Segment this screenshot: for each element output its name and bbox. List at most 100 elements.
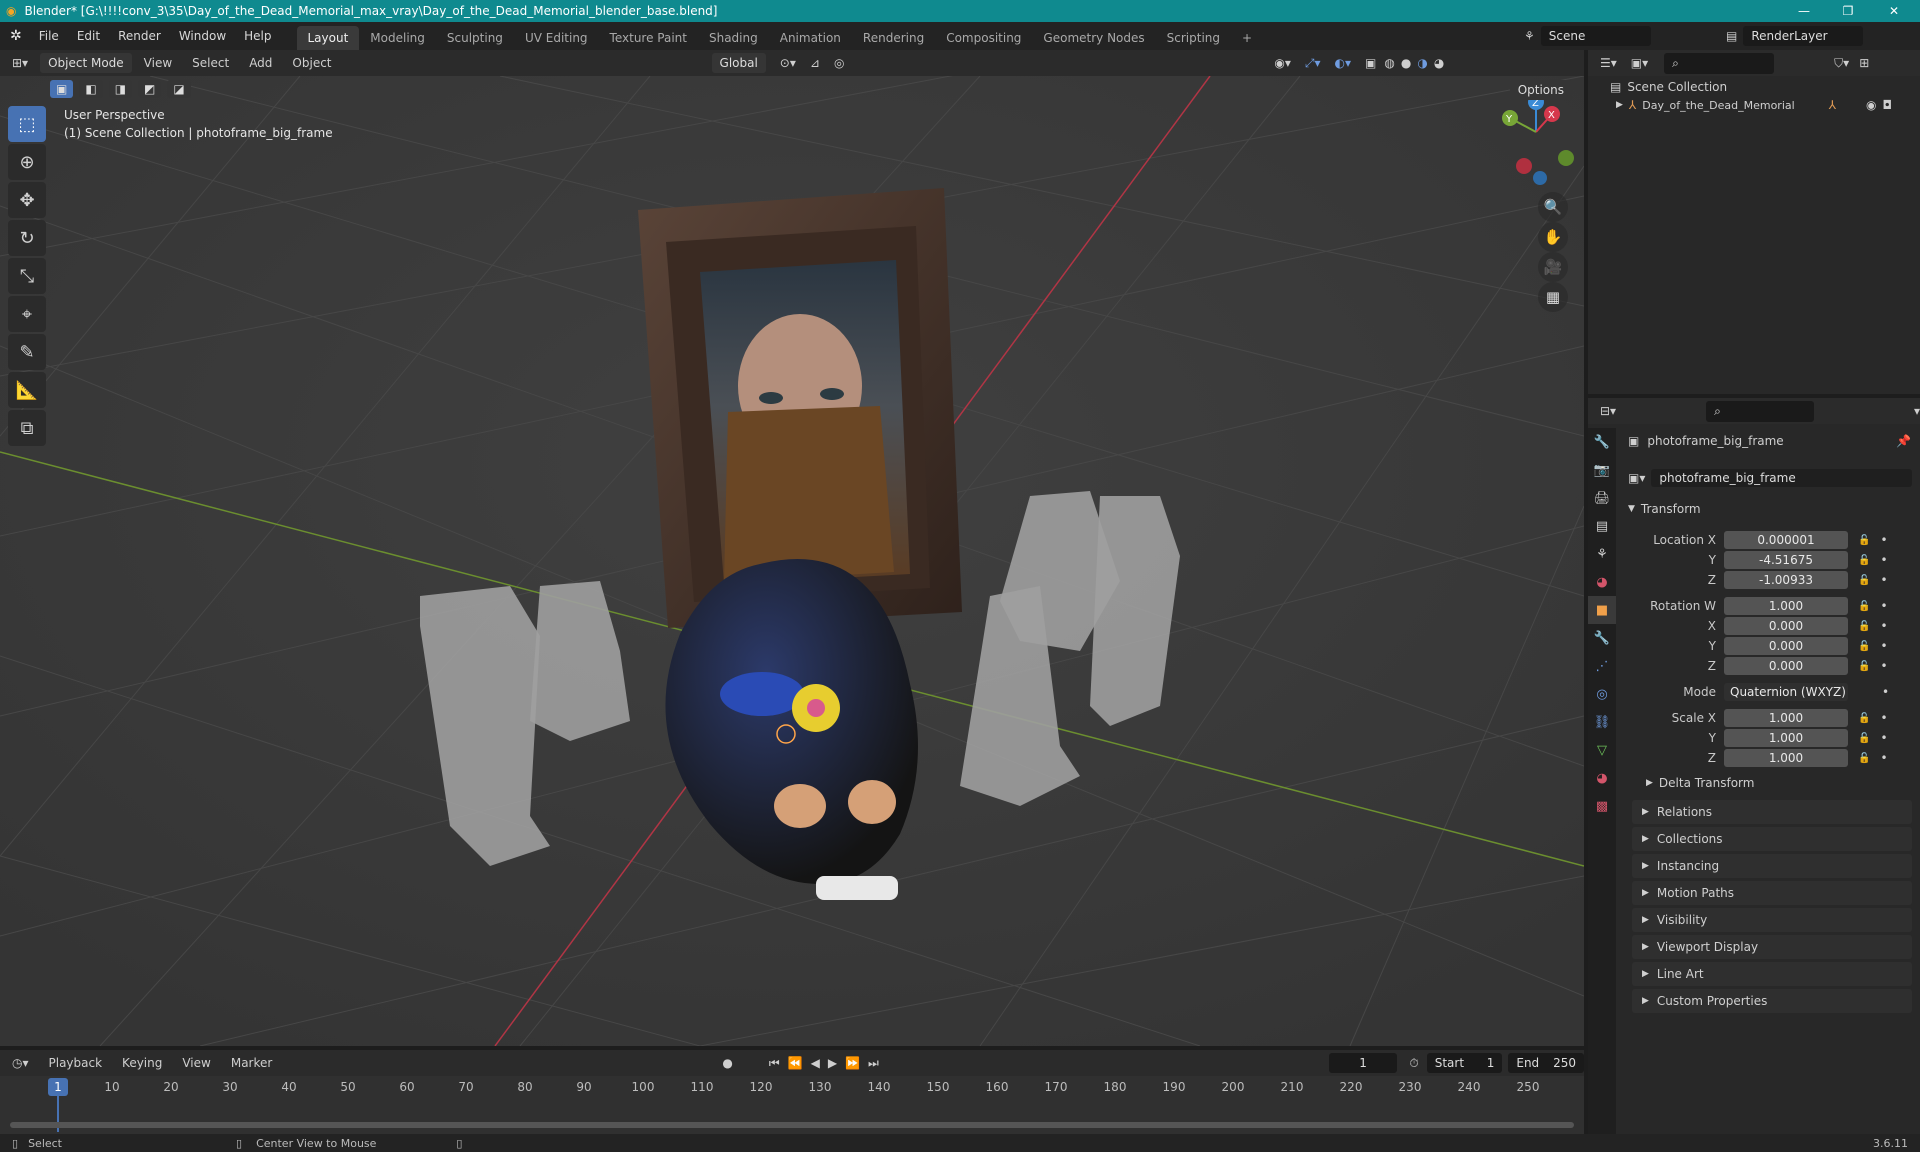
properties-search-field[interactable]: ⌕ — [1706, 400, 1814, 422]
zoom-icon[interactable]: 🔍 — [1538, 192, 1568, 222]
tab-uv-editing[interactable]: UV Editing — [514, 26, 599, 50]
start-frame-field[interactable]: Start 1 — [1426, 1053, 1503, 1073]
tab-rendering[interactable]: Rendering — [852, 26, 935, 50]
options-dropdown[interactable]: Options — [1509, 80, 1572, 100]
pin-icon[interactable]: 📌 — [1896, 434, 1911, 448]
pan-hand-icon[interactable]: ✋ — [1538, 222, 1568, 252]
tab-compositing[interactable]: Compositing — [935, 26, 1032, 50]
keyframe-dot-icon[interactable]: • — [1882, 685, 1889, 699]
keyframe-dot-icon[interactable]: • — [1880, 533, 1887, 547]
render-tab-icon[interactable]: 📷 — [1588, 456, 1616, 484]
restore-button[interactable]: ❐ — [1826, 0, 1870, 22]
shading-rendered-icon[interactable]: ◕ — [1434, 56, 1444, 70]
output-tab-icon[interactable]: 🖨 — [1588, 484, 1616, 512]
gizmo-neg-z-axis[interactable] — [1533, 171, 1547, 185]
lock-icon[interactable]: 🔓 — [1858, 575, 1870, 586]
shading-solid-icon[interactable]: ● — [1401, 56, 1411, 70]
jump-start-icon[interactable]: ⏮ — [769, 1056, 780, 1071]
record-icon[interactable]: ● — [722, 1056, 732, 1070]
physics-tab-icon[interactable]: ◎ — [1588, 680, 1616, 708]
outliner-scene-collection[interactable]: ▤ Scene Collection — [1610, 80, 1727, 94]
transform-section-header[interactable]: ▼ Transform — [1628, 498, 1912, 520]
next-keyframe-icon[interactable]: ⏩ — [845, 1056, 860, 1070]
gizmo-neg-x-axis[interactable] — [1516, 158, 1532, 174]
keyframe-dot-icon[interactable]: • — [1880, 659, 1887, 673]
location-x-field[interactable]: 0.000001 — [1724, 531, 1848, 549]
move-tool[interactable]: ✥ — [8, 182, 46, 218]
current-frame-field[interactable]: 1 — [1328, 1053, 1398, 1073]
lock-icon[interactable]: 🔓 — [1858, 753, 1870, 764]
delta-transform-subpanel[interactable]: ▶ Delta Transform — [1646, 776, 1754, 790]
close-button[interactable]: ✕ — [1872, 0, 1916, 22]
object-tab-icon[interactable]: ■ — [1588, 596, 1616, 624]
menu-window[interactable]: Window — [170, 29, 235, 43]
scale-z-field[interactable]: 1.000 — [1724, 749, 1848, 767]
select-subtract-icon[interactable]: ◨ — [108, 80, 133, 98]
scene-field[interactable]: Scene — [1540, 26, 1651, 46]
end-frame-field[interactable]: End 250 — [1508, 1053, 1584, 1073]
gizmo-neg-y-axis[interactable] — [1558, 150, 1574, 166]
constraints-tab-icon[interactable]: ⛓ — [1588, 708, 1616, 736]
cursor-tool[interactable]: ⊕ — [8, 144, 46, 180]
orientation-dropdown[interactable]: Global — [711, 53, 766, 73]
transform-tool[interactable]: ⌖ — [8, 296, 46, 332]
menu-file[interactable]: File — [30, 29, 68, 43]
add-cube-tool[interactable]: ⧉ — [8, 410, 46, 446]
lock-icon[interactable]: 🔓 — [1858, 621, 1870, 632]
material-tab-icon[interactable]: ◕ — [1588, 764, 1616, 792]
play-icon[interactable]: ▶ — [828, 1056, 837, 1070]
filter-icon[interactable]: ⛉▾ — [1834, 56, 1849, 71]
ortho-grid-icon[interactable]: ▦ — [1538, 282, 1568, 312]
viewport-menu-select[interactable]: Select — [182, 56, 239, 70]
blender-menu-icon[interactable]: ✲ — [10, 28, 22, 44]
menu-render[interactable]: Render — [109, 29, 170, 43]
rotation-w-field[interactable]: 1.000 — [1724, 597, 1848, 615]
tab-sculpting[interactable]: Sculpting — [436, 26, 514, 50]
measure-tool[interactable]: 📐 — [8, 372, 46, 408]
outliner-editor-icon[interactable]: ☰▾ — [1600, 56, 1617, 70]
editor-type-icon[interactable]: ⊞▾ — [12, 56, 28, 70]
rotation-z-field[interactable]: 0.000 — [1724, 657, 1848, 675]
section-line-art[interactable]: ▶ Line Art — [1632, 962, 1912, 986]
viewport-menu-add[interactable]: Add — [239, 56, 282, 70]
minimize-button[interactable]: — — [1782, 0, 1826, 22]
tab-texture-paint[interactable]: Texture Paint — [599, 26, 698, 50]
keyframe-dot-icon[interactable]: • — [1880, 619, 1887, 633]
expand-chevron-icon[interactable]: ▶ — [1616, 100, 1623, 110]
scene-tab-icon[interactable]: ⚘ — [1588, 540, 1616, 568]
lock-icon[interactable]: 🔓 — [1858, 713, 1870, 724]
scale-tool[interactable]: ⤡ — [8, 258, 46, 294]
camera-view-icon[interactable]: 🎥 — [1538, 252, 1568, 282]
annotate-tool[interactable]: ✎ — [8, 334, 46, 370]
snap-icon[interactable]: ⊿ — [810, 56, 820, 70]
display-mode-icon[interactable]: ▣▾ — [1631, 56, 1648, 70]
section-viewport-display[interactable]: ▶ Viewport Display — [1632, 935, 1912, 959]
timeline-editor-icon[interactable]: ◷▾ — [12, 1056, 29, 1070]
select-invert-icon[interactable]: ◩ — [138, 80, 162, 98]
3d-viewport[interactable]: Z X Y ⬚ ⊕ ✥ ↻ ⤡ ⌖ ✎ 📐 ⧉ ▣ ◧ ◨ ◩ ◪ User P… — [0, 76, 1584, 1046]
add-workspace-button[interactable]: + — [1231, 26, 1263, 50]
tab-scripting[interactable]: Scripting — [1156, 26, 1231, 50]
shading-wire-icon[interactable]: ◍ — [1384, 56, 1394, 70]
viewport-menu-object[interactable]: Object — [282, 56, 341, 70]
tool-tab-icon[interactable]: 🔧 — [1588, 428, 1616, 456]
data-tab-icon[interactable]: ▽ — [1588, 736, 1616, 764]
rotate-tool[interactable]: ↻ — [8, 220, 46, 256]
timeline-scrollbar[interactable] — [10, 1122, 1574, 1128]
rotation-mode-dropdown[interactable]: Quaternion (WXYZ) — [1724, 683, 1848, 701]
outliner-item-memorial[interactable]: ▶ ⅄ Day_of_the_Dead_Memorial ⅄ ◉ ◘ — [1616, 98, 1916, 112]
select-new-icon[interactable]: ▣ — [50, 80, 74, 98]
rotation-x-field[interactable]: 0.000 — [1724, 617, 1848, 635]
timeline-menu-view[interactable]: View — [172, 1056, 220, 1070]
jump-end-icon[interactable]: ⏭ — [868, 1056, 879, 1071]
location-y-field[interactable]: -4.51675 — [1724, 551, 1848, 569]
keyframe-dot-icon[interactable]: • — [1880, 639, 1887, 653]
section-custom-properties[interactable]: ▶ Custom Properties — [1632, 989, 1912, 1013]
select-extend-icon[interactable]: ◧ — [79, 80, 103, 98]
view-layer-tab-icon[interactable]: ▤ — [1588, 512, 1616, 540]
object-mode-dropdown[interactable]: Object Mode — [40, 53, 132, 73]
proportional-edit-icon[interactable]: ◎ — [834, 56, 844, 70]
lock-icon[interactable]: 🔓 — [1858, 733, 1870, 744]
texture-tab-icon[interactable]: ▩ — [1588, 792, 1616, 820]
modifier-tab-icon[interactable]: 🔧 — [1588, 624, 1616, 652]
